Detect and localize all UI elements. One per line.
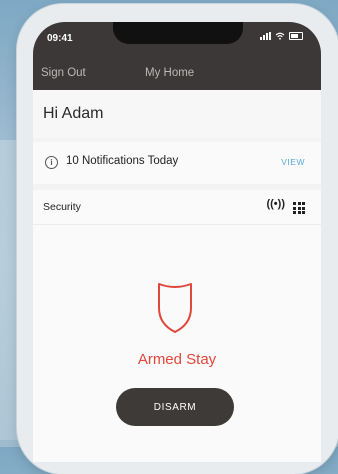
arming-status: Armed Stay — [137, 351, 217, 368]
status-time: 09:41 — [47, 33, 73, 44]
view-notifications-link[interactable]: VIEW — [281, 157, 305, 167]
signal-icon — [260, 32, 271, 40]
top-bar: 09:41 Sign Out My Home — [33, 22, 321, 90]
shield-icon — [158, 283, 192, 333]
greeting-bar: Hi Adam — [33, 90, 321, 138]
security-card: Security ((•)) Armed Stay DISARM — [33, 190, 321, 462]
grid-icon[interactable] — [293, 202, 305, 214]
phone-notch — [113, 22, 243, 44]
security-header: Security ((•)) — [33, 190, 321, 225]
info-icon: i — [45, 156, 58, 169]
app-screen: 09:41 Sign Out My Home Hi Adam i 10 Noti… — [33, 22, 321, 462]
radio-signal-icon[interactable]: ((•)) — [266, 198, 285, 210]
disarm-button[interactable]: DISARM — [116, 388, 234, 426]
notifications-card[interactable]: i 10 Notifications Today VIEW — [33, 142, 321, 184]
sign-out-link[interactable]: Sign Out — [41, 67, 86, 79]
greeting-text: Hi Adam — [43, 105, 104, 122]
battery-icon — [289, 32, 303, 40]
nav-title: My Home — [145, 67, 195, 79]
security-title: Security — [43, 201, 81, 213]
notifications-text: 10 Notifications Today — [66, 155, 179, 167]
status-icons — [260, 32, 303, 40]
wifi-icon — [275, 32, 285, 40]
